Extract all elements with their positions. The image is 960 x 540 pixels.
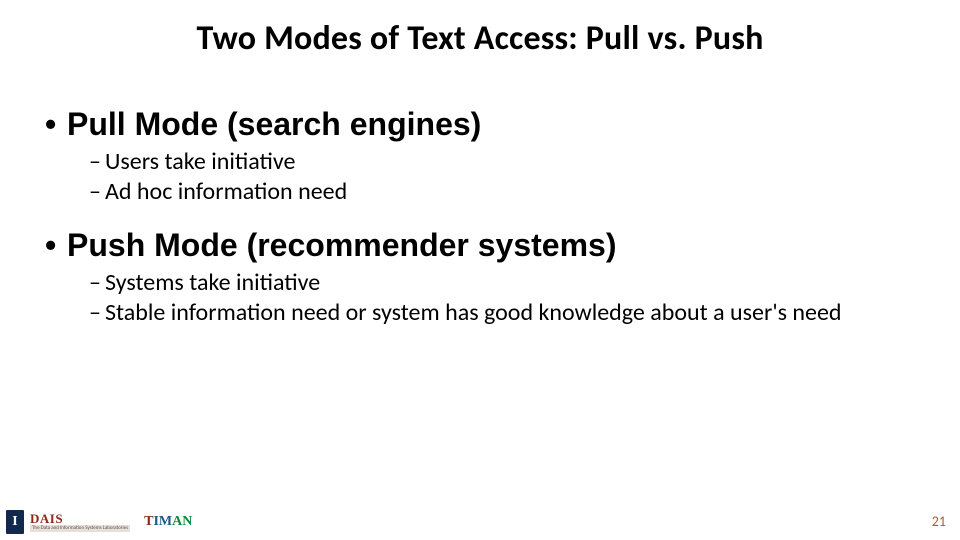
timan-part-2: IM [153, 514, 172, 529]
slide-body: •Pull Mode (search engines) –Users take … [45, 100, 915, 328]
subbullet-text: Systems take initiative [105, 268, 320, 297]
bullet-text: Push Mode (recommender systems) [67, 227, 617, 263]
timan-part-3: AN [172, 514, 192, 529]
footer-logos: I DAIS The Data and Information Systems … [6, 510, 192, 534]
slide-title: Two Modes of Text Access: Pull vs. Push [0, 18, 960, 59]
subbullet-text: Users take initiative [105, 147, 295, 176]
dash-icon: – [89, 147, 105, 177]
subbullet: –Users take initiative [89, 147, 915, 177]
dash-icon: – [89, 298, 105, 328]
dash-icon: – [89, 177, 105, 207]
dais-logo: DAIS The Data and Information Systems La… [30, 512, 130, 532]
bullet-dot-icon: • [45, 227, 67, 264]
timan-logo: TIMAN [144, 514, 192, 530]
dais-label: DAIS [30, 512, 130, 525]
illinois-logo-icon: I [6, 510, 24, 534]
subbullet: –Stable information need or system has g… [89, 298, 915, 328]
illinois-glyph: I [12, 514, 17, 530]
subbullet-text: Stable information need or system has go… [105, 298, 842, 327]
subbullet-text: Ad hoc information need [105, 177, 347, 206]
subbullet: –Systems take initiative [89, 268, 915, 298]
bullet-push-mode: •Push Mode (recommender systems) [45, 227, 915, 264]
bullet-dot-icon: • [45, 106, 67, 143]
dash-icon: – [89, 268, 105, 298]
subbullet: –Ad hoc information need [89, 177, 915, 207]
bullet-pull-mode: •Pull Mode (search engines) [45, 106, 915, 143]
page-number: 21 [932, 513, 946, 530]
bullet-text: Pull Mode (search engines) [67, 106, 481, 142]
slide: Two Modes of Text Access: Pull vs. Push … [0, 0, 960, 540]
dais-sublabel: The Data and Information Systems Laborat… [30, 525, 130, 532]
